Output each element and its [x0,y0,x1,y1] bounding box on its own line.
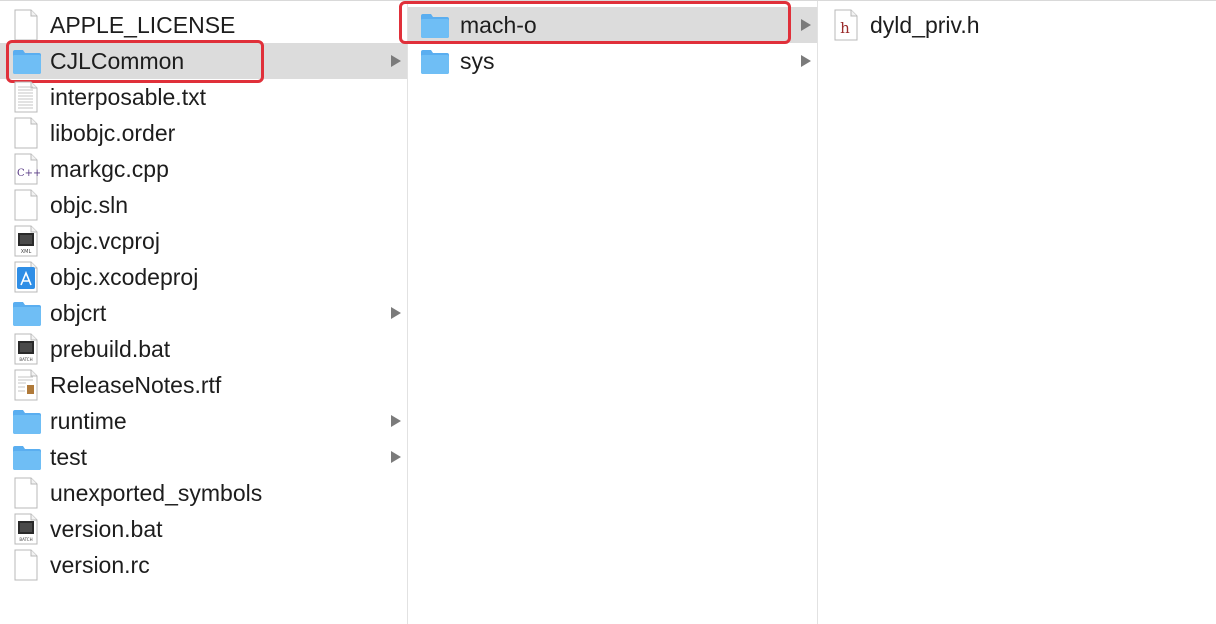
disclosure-chevron-icon[interactable] [801,19,811,31]
svg-text:BATCH: BATCH [19,357,32,362]
file-row-prebuild-bat[interactable]: BATCH prebuild.bat [0,331,407,367]
file-row-dyld-priv-h[interactable]: h dyld_priv.h [818,7,1216,43]
file-row-objc-vcproj[interactable]: XML objc.vcproj [0,223,407,259]
file-row-interposable-txt[interactable]: interposable.txt [0,79,407,115]
item-label: objc.vcproj [50,228,160,254]
text-document-icon [12,81,40,113]
item-label: prebuild.bat [50,336,171,362]
file-row-apple-license[interactable]: APPLE_LICENSE [0,7,407,43]
disclosure-chevron-icon[interactable] [391,451,401,463]
item-label: libobjc.order [50,120,176,146]
item-label: interposable.txt [50,84,206,110]
svg-text:BATCH: BATCH [19,537,32,542]
folder-icon [12,405,41,437]
folder-row-test[interactable]: test [0,439,407,475]
folder-icon [420,45,449,77]
item-label: APPLE_LICENSE [50,12,236,38]
item-label: version.bat [50,516,163,542]
item-label: version.rc [50,552,150,578]
item-label: dyld_priv.h [870,12,980,38]
folder-icon [12,441,41,473]
file-row-objc-sln[interactable]: objc.sln [0,187,407,223]
folder-row-cjlcommon[interactable]: CJLCommon [0,43,407,79]
column-mach-o[interactable]: h dyld_priv.h [818,1,1216,624]
column-objc-root[interactable]: APPLE_LICENSE CJLCommon interposable.txt li… [0,1,408,624]
document-icon [12,189,40,221]
svg-text:h: h [840,19,850,37]
folder-row-mach-o[interactable]: mach-o [408,7,817,43]
disclosure-chevron-icon[interactable] [391,55,401,67]
item-label: mach-o [460,12,537,38]
batch-file-icon: BATCH [12,333,40,365]
batch-file-icon: BATCH [12,513,40,545]
cpp-source-icon: C++ [12,153,41,185]
disclosure-chevron-icon[interactable] [391,307,401,319]
finder-column-view: APPLE_LICENSE CJLCommon interposable.txt li… [0,0,1216,624]
folder-icon [12,45,41,77]
item-label: objc.xcodeproj [50,264,199,290]
column-cjlcommon[interactable]: mach-o sys [399,1,818,624]
document-icon [12,9,40,41]
rtf-document-icon [12,369,40,401]
folder-row-runtime[interactable]: runtime [0,403,407,439]
folder-row-objcrt[interactable]: objcrt [0,295,407,331]
item-label: runtime [50,408,127,434]
file-row-markgc-cpp[interactable]: C++ markgc.cpp [0,151,407,187]
file-row-objc-xcodeproj[interactable]: objc.xcodeproj [0,259,407,295]
file-row-unexported-symbols[interactable]: unexported_symbols [0,475,407,511]
item-label: unexported_symbols [50,480,263,506]
item-label: CJLCommon [50,48,185,74]
item-label: objcrt [50,300,107,326]
item-label: markgc.cpp [50,156,169,182]
disclosure-chevron-icon[interactable] [391,415,401,427]
document-icon [12,117,40,149]
svg-text:C++: C++ [17,168,40,179]
file-row-version-bat[interactable]: BATCH version.bat [0,511,407,547]
item-label: sys [460,48,495,74]
svg-text:XML: XML [21,249,32,255]
folder-icon [420,9,449,41]
item-label: ReleaseNotes.rtf [50,372,222,398]
header-file-icon: h [832,9,860,41]
document-icon [12,477,40,509]
item-label: objc.sln [50,192,128,218]
item-label: test [50,444,88,470]
xml-document-icon: XML [12,225,40,257]
document-icon [12,549,40,581]
disclosure-chevron-icon[interactable] [801,55,811,67]
file-row-libobjc-order[interactable]: libobjc.order [0,115,407,151]
file-row-version-rc[interactable]: version.rc [0,547,407,583]
folder-row-sys[interactable]: sys [408,43,817,79]
file-row-releasenotes-rtf[interactable]: ReleaseNotes.rtf [0,367,407,403]
folder-icon [12,297,41,329]
xcode-project-icon [12,261,40,293]
